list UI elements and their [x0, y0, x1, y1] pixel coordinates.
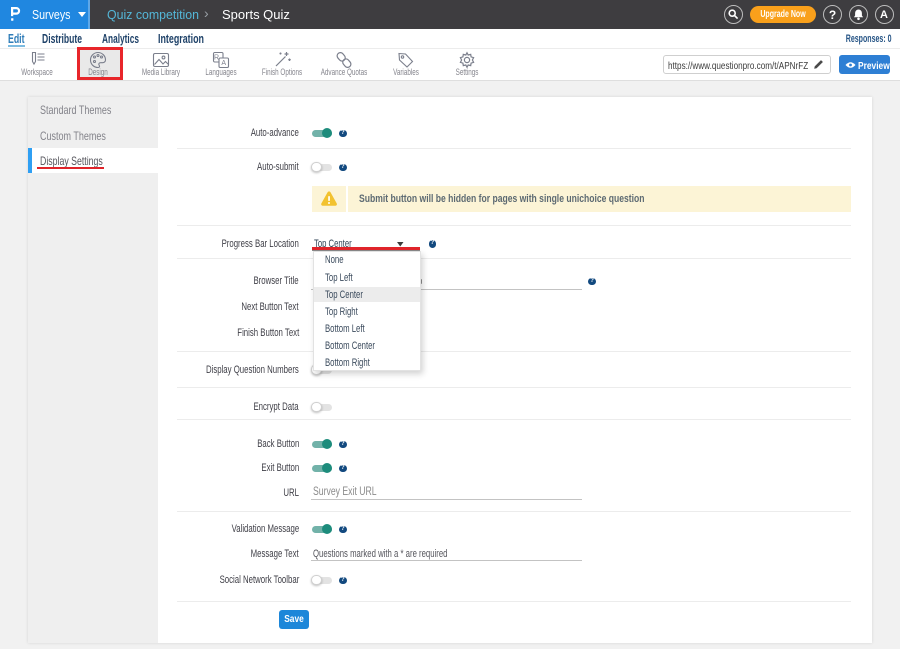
svg-text:R: R	[214, 55, 219, 62]
